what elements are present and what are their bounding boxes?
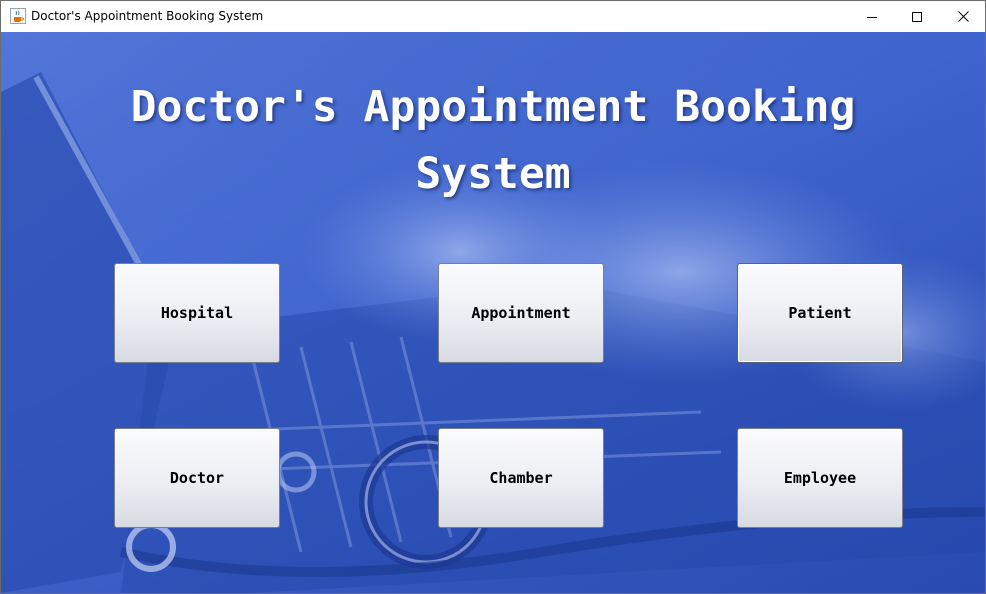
chamber-button[interactable]: Chamber — [438, 428, 604, 528]
minimize-button[interactable] — [849, 1, 895, 32]
close-icon — [957, 11, 969, 22]
hospital-button[interactable]: Hospital — [114, 263, 280, 363]
page-title-line-2: System — [415, 149, 571, 199]
patient-button[interactable]: Patient — [737, 263, 903, 363]
minimize-icon — [867, 16, 877, 18]
close-button[interactable] — [940, 1, 985, 32]
appointment-button[interactable]: Appointment — [438, 263, 604, 363]
java-cup-icon — [10, 8, 26, 24]
title-bar[interactable]: Doctor's Appointment Booking System — [1, 1, 985, 32]
doctor-button[interactable]: Doctor — [114, 428, 280, 528]
page-title-line-1: Doctor's Appointment Booking — [130, 82, 856, 132]
app-window: Doctor's Appointment Booking System Doct… — [0, 0, 986, 594]
employee-button[interactable]: Employee — [737, 428, 903, 528]
main-panel: Doctor's Appointment Booking System Hosp… — [1, 32, 985, 593]
maximize-icon — [912, 11, 922, 22]
window-title: Doctor's Appointment Booking System — [31, 9, 264, 23]
maximize-button[interactable] — [894, 1, 940, 32]
